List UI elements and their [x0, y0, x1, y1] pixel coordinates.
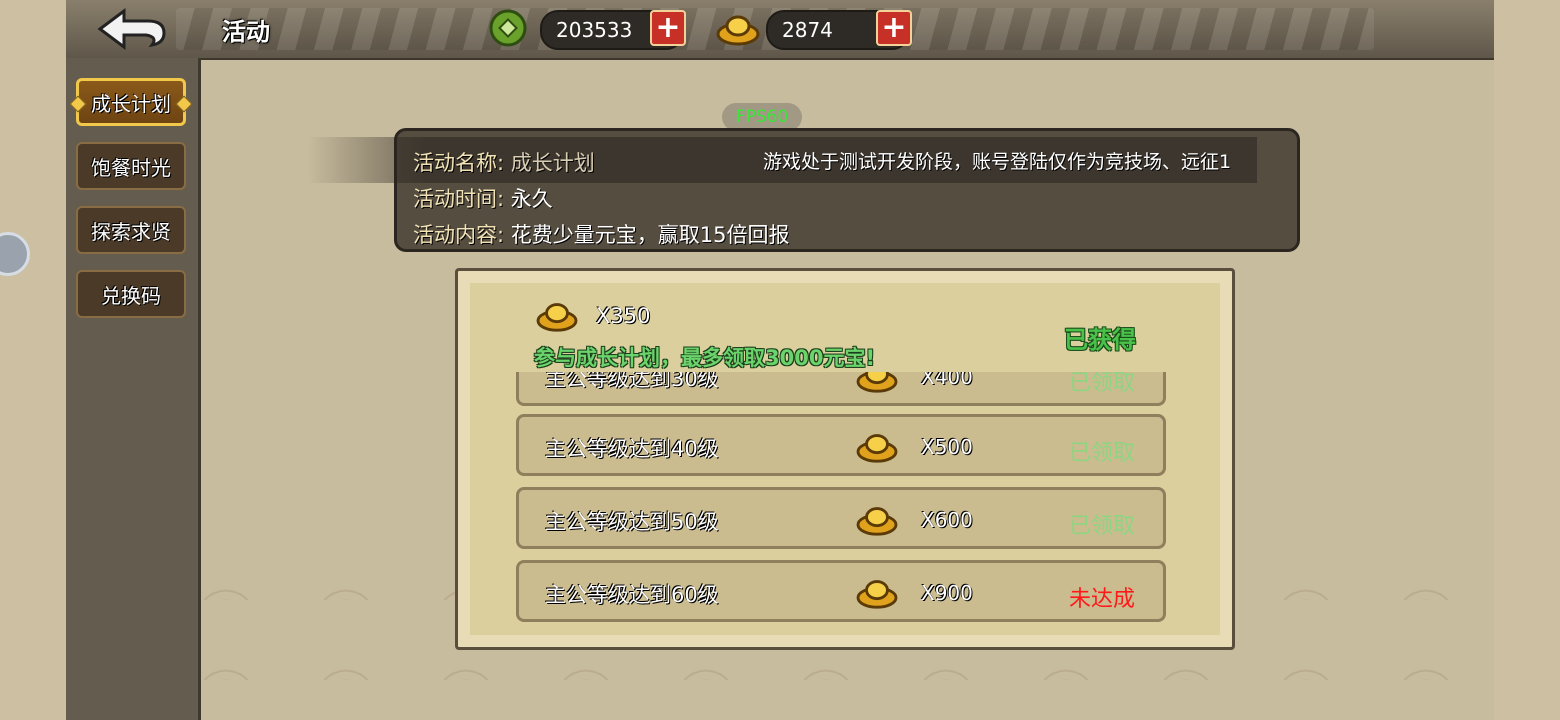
back-arrow-icon [97, 8, 166, 50]
floating-assistant-button[interactable] [0, 232, 30, 276]
list-item: 主公等级达到40级 X500 已领取 [516, 414, 1166, 476]
gold-ingot-icon [856, 372, 898, 393]
activity-content-line: 活动内容: 花费少量元宝，赢取15倍回报 [413, 223, 790, 247]
tab-explore-talent[interactable]: 探索求贤 [76, 206, 186, 254]
scrolling-notice: 游戏处于测试开发阶段，账号登陆仅作为竞技场、远征1 [763, 151, 1232, 173]
back-button[interactable] [94, 6, 170, 52]
top-reward-status[interactable]: 已获得 [1064, 320, 1136, 355]
page-title: 活动 [222, 18, 270, 46]
tab-growth-plan[interactable]: 成长计划 [76, 78, 186, 126]
copper-coin-icon [489, 9, 527, 47]
list-item: 主公等级达到50级 X600 已领取 [516, 487, 1166, 549]
tab-redeem-code[interactable]: 兑换码 [76, 270, 186, 318]
add-ingot-button[interactable]: + [876, 10, 912, 46]
gold-ingot-icon [716, 15, 760, 46]
gold-ingot-icon [856, 580, 898, 609]
activity-sidebar: 成长计划 饱餐时光 探索求贤 兑换码 [66, 58, 201, 720]
gold-ingot-icon [856, 434, 898, 463]
activity-time-line: 活动时间: 永久 [413, 187, 553, 211]
plus-icon: + [655, 10, 681, 45]
add-copper-button[interactable]: + [650, 10, 686, 46]
fps-counter: FPS60 [722, 103, 802, 131]
ingot-amount: 2874 [782, 18, 833, 42]
growth-plan-promo: 参与成长计划，最多领取3000元宝! [534, 346, 876, 370]
activity-name-line: 活动名称: 成长计划 [413, 151, 595, 175]
plus-icon: + [881, 10, 907, 45]
activity-info-panel: 活动名称: 成长计划 游戏处于测试开发阶段，账号登陆仅作为竞技场、远征1 活动时… [307, 128, 1300, 252]
list-item: 主公等级达到30级 X400 已领取 [516, 372, 1166, 406]
copper-amount: 203533 [556, 18, 633, 42]
reward-list[interactable]: 主公等级达到30级 X400 已领取 主公等级达到40级 X500 已领取 主公… [514, 372, 1170, 634]
top-reward-amount: X350 [596, 304, 651, 328]
gold-ingot-icon [856, 507, 898, 536]
tab-meal-time[interactable]: 饱餐时光 [76, 142, 186, 190]
screen-margin [1494, 0, 1560, 720]
gold-ingot-icon [536, 303, 578, 332]
list-item: 主公等级达到60级 X900 未达成 [516, 560, 1166, 622]
